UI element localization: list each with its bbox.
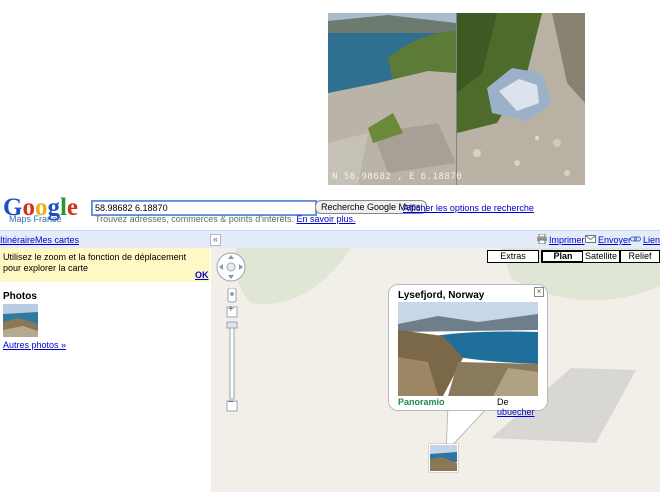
zoom-notice: Utilisez le zoom et la fonction de dépla… <box>0 248 210 282</box>
fjord-cliff-photo <box>328 13 456 185</box>
itinerary-link[interactable]: Itinéraire <box>0 235 35 245</box>
print-link[interactable]: Imprimer <box>549 235 585 245</box>
coordinates-overlay: N 58.98682 , E 6.18870 <box>332 172 463 182</box>
send-link[interactable]: Envoyer <box>598 235 631 245</box>
pan-control[interactable] <box>216 252 246 282</box>
zoom-out-button[interactable]: − <box>228 397 234 408</box>
search-options-link[interactable]: Afficher les options de recherche <box>403 203 534 213</box>
maps-france-label: Maps France <box>9 214 62 224</box>
photos-heading: Photos <box>3 291 37 302</box>
top-toolbar: Itinéraire Mes cartes « Imprimer Envoyer… <box>0 230 660 248</box>
photo-marker[interactable] <box>429 444 458 472</box>
photo-thumbnail[interactable] <box>3 304 38 337</box>
search-hint: Trouvez adresses, commerces & points d'i… <box>95 214 356 224</box>
envelope-icon[interactable] <box>585 235 596 243</box>
close-icon[interactable]: × <box>534 287 544 297</box>
popup-photo[interactable] <box>398 302 538 396</box>
extras-button[interactable]: Extras <box>487 250 539 263</box>
printer-icon[interactable] <box>537 234 547 244</box>
zoom-in-button[interactable]: + <box>228 304 234 315</box>
collapse-panel-button[interactable]: « <box>210 234 221 246</box>
photo-credit: De ubuecher <box>497 397 547 417</box>
learn-more-link[interactable]: En savoir plus. <box>296 214 355 224</box>
my-maps-link[interactable]: Mes cartes <box>35 235 79 245</box>
link-chain-icon[interactable] <box>630 234 641 244</box>
link-link[interactable]: Lien <box>643 235 660 245</box>
panoramio-logo[interactable]: Panoramio <box>398 397 445 407</box>
more-photos-link[interactable]: Autres photos » <box>3 340 66 350</box>
info-popup: Lysefjord, Norway × Panoramio De ubueche… <box>388 284 548 417</box>
search-input[interactable] <box>91 200 317 216</box>
zoom-notice-text: Utilisez le zoom et la fonction de dépla… <box>3 252 187 273</box>
credit-prefix: De <box>497 397 509 407</box>
street-photo-strip: N 58.98682 , E 6.18870 <box>328 13 585 185</box>
path-litter-photo <box>457 13 585 185</box>
credit-user-link[interactable]: ubuecher <box>497 407 535 417</box>
relief-button[interactable]: Relief <box>620 250 660 263</box>
satellite-button[interactable]: Satellite <box>582 250 620 263</box>
notice-ok-link[interactable]: OK <box>195 270 209 280</box>
popup-title: Lysefjord, Norway <box>398 290 485 301</box>
plan-button[interactable]: Plan <box>541 250 585 263</box>
search-hint-text: Trouvez adresses, commerces & points d'i… <box>95 214 294 224</box>
